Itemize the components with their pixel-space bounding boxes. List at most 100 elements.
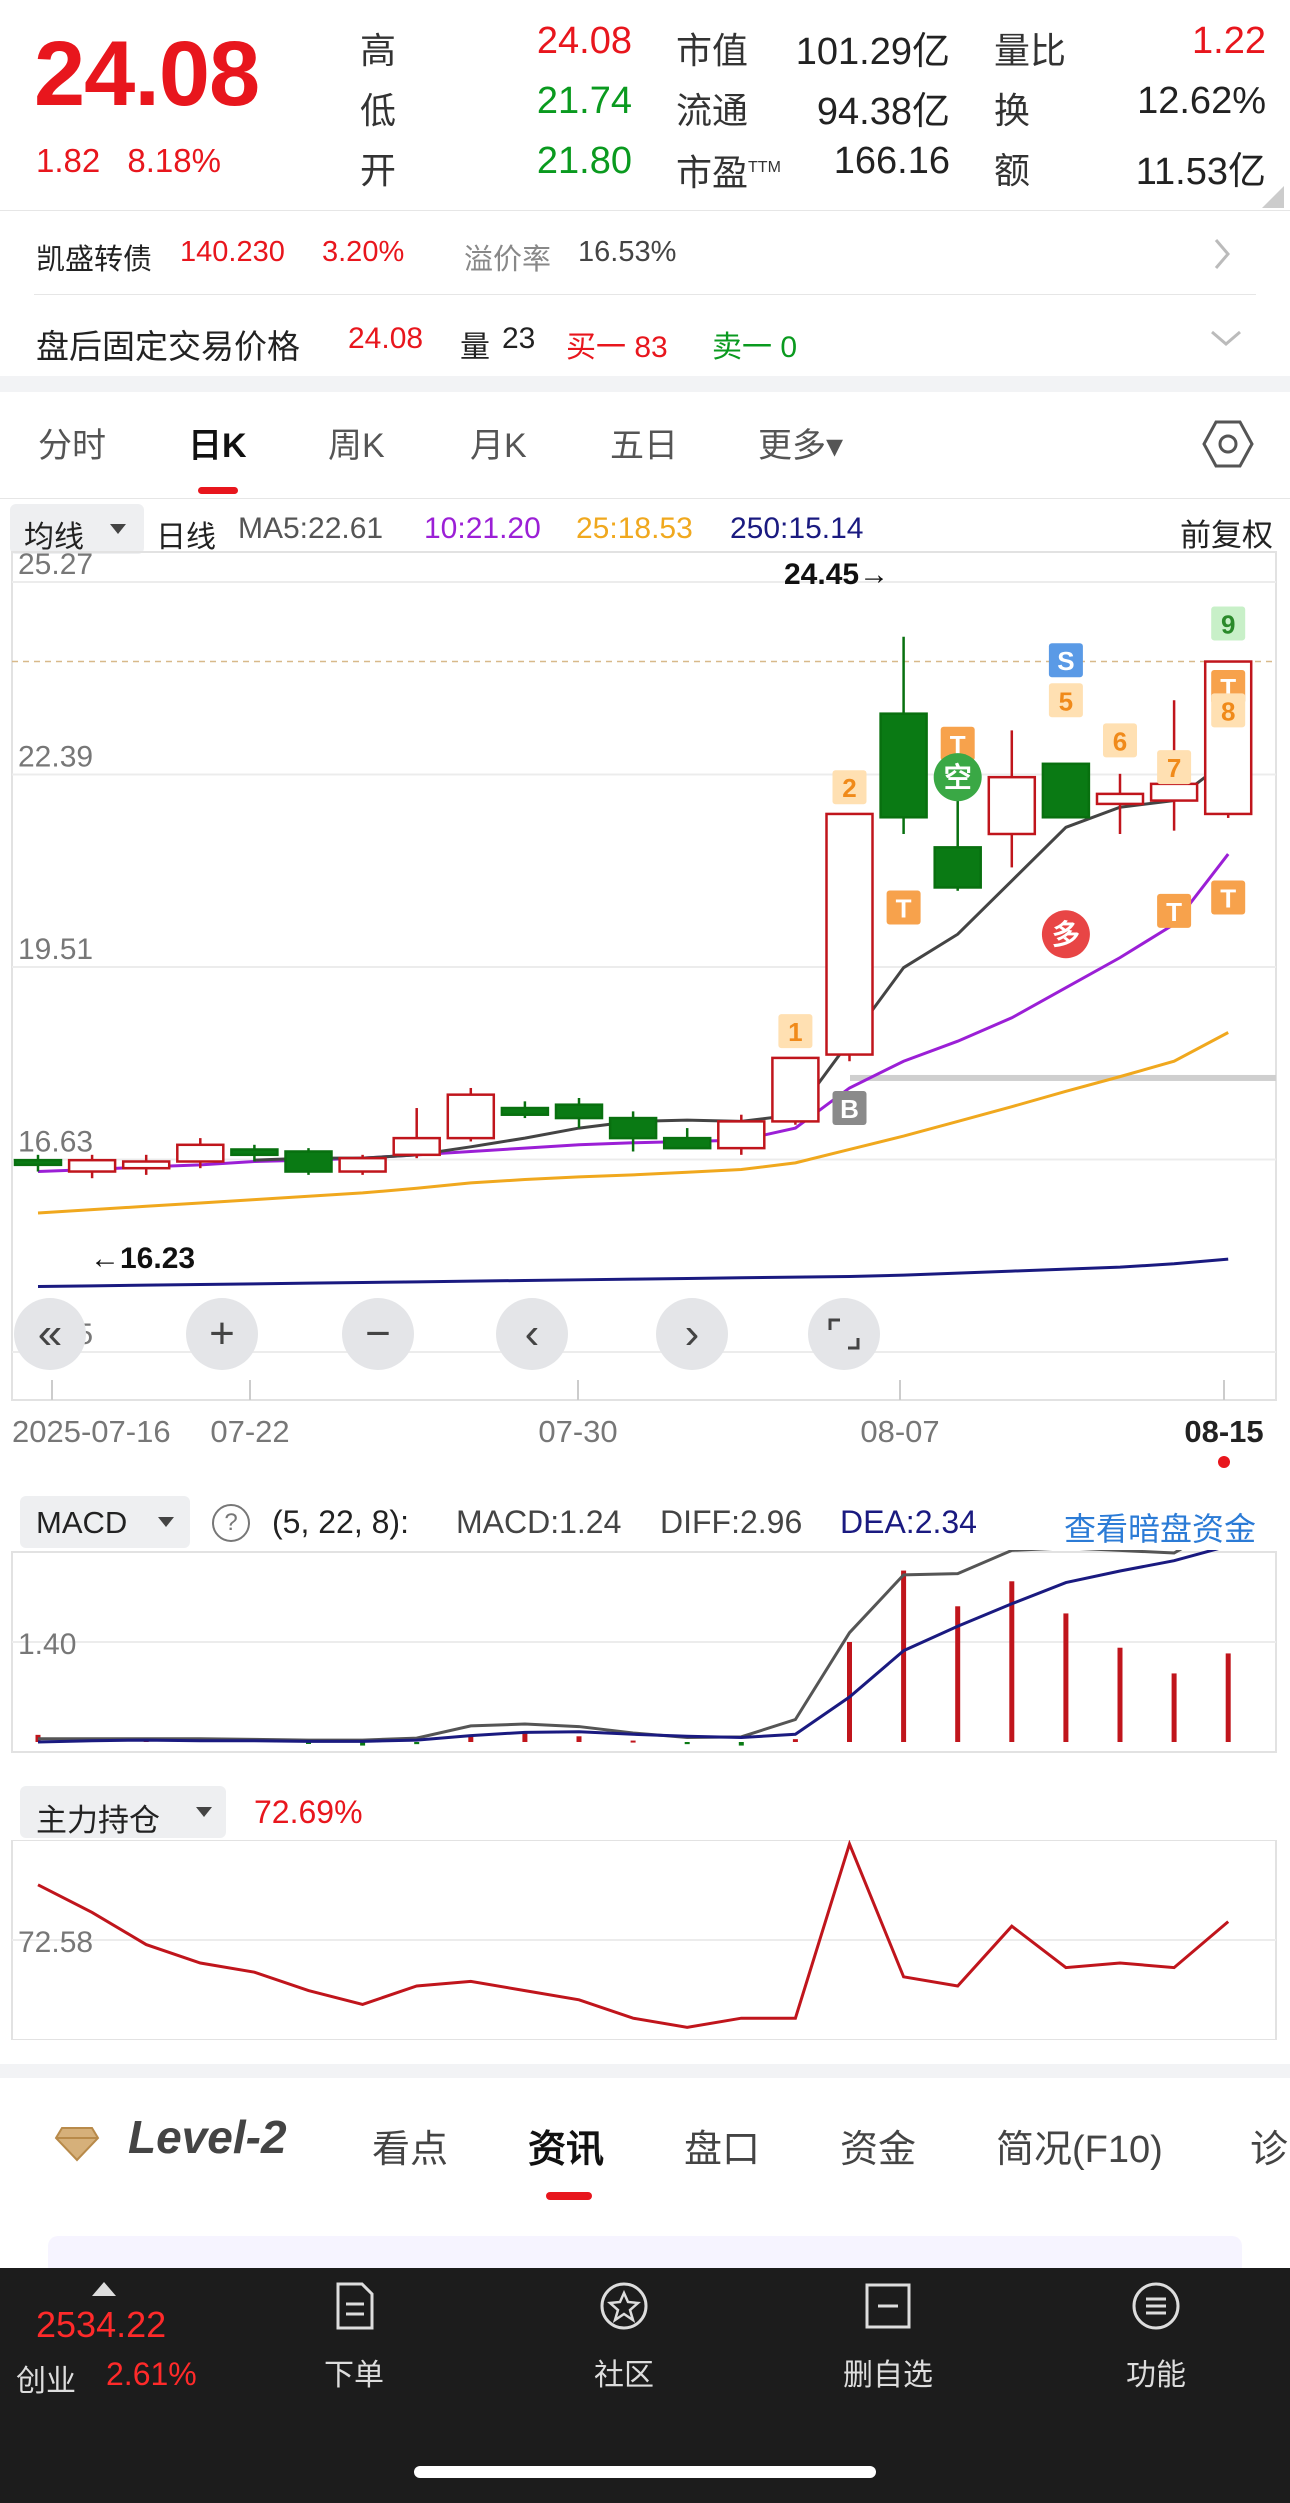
dea-value: DEA:2.34 [840,1504,977,1540]
community-icon [600,2282,648,2330]
holdings-chart[interactable]: 72.58 [0,1840,1290,2040]
stat-mktcap-label: 市值 [676,30,749,71]
tab-funds[interactable]: 资金 [840,2118,916,2173]
stat-pe-label: 市盈TTM [676,144,781,196]
candle [284,1150,333,1173]
bond-premium: 16.53% [578,236,677,268]
after-hours-vol-label: 量 [460,331,490,364]
candle [446,1093,496,1140]
candle [392,1136,441,1157]
macd-bar [1117,1647,1123,1742]
y-tick-label: 72.58 [18,1926,93,1959]
candle [717,1120,766,1150]
after-hours-buy: 买一 83 [566,331,668,364]
tab-daily-k[interactable]: 日K [188,418,247,467]
macd-bar [1171,1673,1177,1742]
candle [771,1056,820,1123]
holdings-selector[interactable]: 主力持仓 [20,1786,226,1838]
tab-intraday[interactable]: 分时 [38,418,106,467]
stat-open-label: 开 [360,150,397,191]
candle [825,812,874,1056]
current-day-dot [1218,1456,1230,1468]
holdings-value: 72.69% [254,1794,363,1830]
next-icon[interactable]: › [656,1298,728,1370]
nav-functions-label: 功能 [1126,2359,1186,2392]
tab-orderbook[interactable]: 盘口 [684,2118,760,2173]
macd-chart[interactable]: 1.40 [0,1550,1290,1760]
diamond-icon [54,2127,100,2162]
candle [67,1158,117,1173]
after-hours-sell: 卖一 0 [712,331,798,364]
zoom-in-icon[interactable]: + [186,1298,258,1370]
signal-label: S [1057,646,1074,676]
macd-bar [1063,1613,1069,1742]
support-band [850,1074,1276,1081]
caret-up-icon [92,2282,116,2296]
macd-bar [414,1742,420,1745]
stat-pe-value: 166.16 [833,140,950,182]
tab-diagnosis[interactable]: 诊 [1250,2118,1288,2173]
fullscreen-icon[interactable] [808,1298,880,1370]
index-pct: 2.61% [106,2356,197,2392]
macd-bar [1225,1653,1231,1742]
corner-expand-icon[interactable] [1262,186,1284,208]
remove-watchlist-icon [865,2283,911,2329]
zoom-out-icon[interactable]: − [342,1298,414,1370]
low-annotation: ←16.23 [90,1242,195,1275]
chevron-down-icon [1211,330,1241,346]
index-value[interactable]: 2534.22 [36,2304,166,2346]
tab-monthly-k[interactable]: 月K [470,418,527,467]
signal-label: T [1166,897,1182,927]
section-gap [0,376,1290,392]
candle [662,1136,712,1150]
macd-bar [630,1740,636,1743]
macd-value: MACD:1.24 [456,1504,622,1540]
price-change-pct: 8.18% [127,142,221,179]
tab-five-day[interactable]: 五日 [610,418,678,467]
tab-more[interactable]: 更多▾ [758,418,843,467]
nav-functions[interactable]: 功能 [1076,2280,1236,2394]
menu-icon [1132,2282,1180,2330]
stat-pe-label-text: 市盈 [676,152,749,193]
y-tick-label: 16.63 [18,1126,93,1159]
stat-float-label: 流通 [676,90,749,131]
signal-label: 7 [1167,753,1181,783]
stat-low-value: 21.74 [536,80,632,122]
y-tick-label: 19.51 [18,933,93,966]
current-price: 24.08 [34,23,260,125]
tab-news[interactable]: 资讯 [528,2118,604,2173]
divider [0,210,1290,211]
tab-highlights[interactable]: 看点 [372,2118,448,2173]
nav-remove-watchlist[interactable]: 删自选 [808,2280,968,2394]
tab-weekly-k[interactable]: 周K [328,418,385,467]
stat-low-label: 低 [360,90,397,131]
bond-row[interactable]: 凯盛转债 140.230 3.20% 溢价率 16.53% [0,212,1290,294]
stat-high-value: 24.08 [536,20,632,62]
after-hours-row[interactable]: 盘后固定交易价格 24.08 量 23 买一 83 卖一 0 [0,296,1290,376]
caret-down-icon [196,1807,212,1817]
level2-tab[interactable]: Level-2 [128,2110,287,2164]
nav-community[interactable]: 社区 [544,2280,704,2394]
help-icon[interactable]: ? [212,1504,250,1542]
settings-hexagon-icon[interactable] [1202,418,1254,470]
prev-icon[interactable]: ‹ [496,1298,568,1370]
high-annotation: 24.45→ [784,558,889,591]
price-change-abs: 1.82 [36,142,101,179]
macd-selector[interactable]: MACD [20,1496,190,1548]
active-tab-indicator [198,487,238,494]
dark-pool-link[interactable]: 查看暗盘资金 [1064,1504,1256,1550]
candle [1041,762,1091,819]
stat-amount-label: 额 [994,150,1031,191]
diff-line [38,1550,1183,1742]
candle [230,1148,279,1157]
ma5-line [254,758,1230,1162]
tab-profile[interactable]: 简况(F10) [996,2118,1163,2173]
after-hours-price: 24.08 [348,322,424,355]
dea-line [37,1550,1219,1744]
stat-turnover-value: 12.62% [1137,80,1266,122]
bond-premium-label: 溢价率 [464,244,552,276]
double-left-icon[interactable]: « [14,1298,86,1370]
nav-order[interactable]: 下单 [274,2280,434,2394]
home-indicator [414,2466,876,2478]
candle [1095,792,1145,806]
